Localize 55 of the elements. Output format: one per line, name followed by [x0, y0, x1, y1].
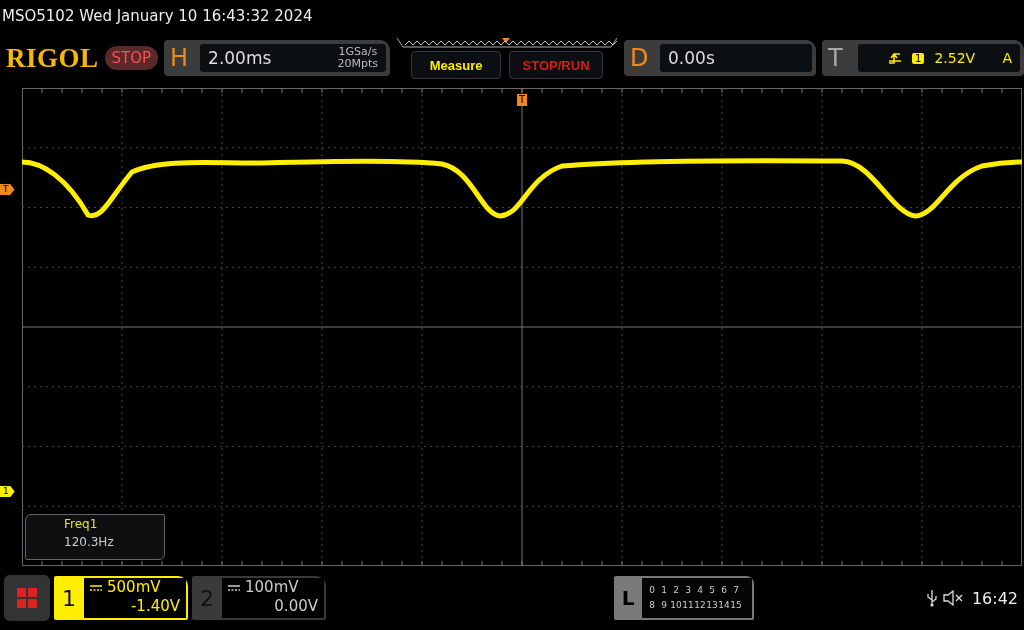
digital-channel-number: 6: [720, 584, 728, 597]
usb-icon: [925, 589, 938, 607]
measurement-name: Freq1: [64, 517, 99, 531]
digital-channel-number: 0: [648, 584, 656, 597]
digital-channel-number: 3: [684, 584, 692, 597]
dc-coupling-icon: [228, 584, 240, 591]
window-title: MSO5102 Wed January 10 16:43:32 2024: [1, 6, 314, 27]
speaker-muted-icon: [941, 589, 964, 607]
grid-icon: [16, 587, 38, 609]
channel-number: 1: [61, 584, 77, 613]
memory-depth: 20Mpts: [337, 58, 379, 70]
digital-channel-number: 4: [696, 584, 704, 597]
level-marker: 1: [0, 486, 15, 497]
level-marker: T: [0, 184, 15, 195]
delay-value: 0.00s: [668, 48, 715, 68]
trigger-panel[interactable]: T 1 2.52V A: [822, 40, 1024, 76]
logic-label: L: [620, 585, 636, 612]
digital-channel-number: 14: [718, 599, 730, 612]
horizontal-label: H: [170, 44, 190, 72]
delay-panel[interactable]: D 0.00s: [624, 40, 817, 76]
channel-scale: 100mV: [245, 578, 299, 597]
toolbar-button[interactable]: STOP/RUN: [509, 51, 604, 79]
rising-edge-icon: [888, 51, 903, 65]
digital-channel-number: 15: [730, 599, 742, 612]
channel-panel[interactable]: 1 500mV -1.40V: [54, 576, 188, 620]
measurement-value: 120.3Hz: [64, 535, 115, 549]
logic-panel[interactable]: L 0 1 2 3 4 5 6 7 8 9 10 11 12 13 14 15: [614, 576, 754, 620]
timebase-value: 2.00ms: [208, 48, 272, 68]
trigger-mode: A: [1002, 50, 1012, 66]
run-state-badge: STOP: [104, 46, 159, 70]
trigger-source: 1: [912, 52, 925, 64]
toolbar-button[interactable]: Measure: [411, 51, 502, 79]
digital-channel-number: 1: [660, 584, 668, 597]
channel-offset: 0.00V: [274, 597, 318, 616]
trigger-position-marker: T: [517, 94, 528, 106]
delay-label: D: [630, 44, 650, 72]
clock-time: 16:42: [971, 588, 1018, 608]
digital-channel-number: 12: [694, 599, 706, 612]
apps-button[interactable]: [4, 575, 50, 621]
digital-channel-number: 2: [672, 584, 680, 597]
dc-coupling-icon: [90, 584, 102, 591]
channel-scale: 500mV: [107, 578, 161, 597]
digital-channel-number: 11: [682, 599, 694, 612]
trigger-level: 2.52V: [934, 50, 977, 66]
sample-rate: 1GSa/s: [338, 46, 378, 58]
digital-channel-number: 7: [732, 584, 740, 597]
digital-channel-number: 8: [648, 599, 656, 612]
horizontal-panel[interactable]: H 2.00ms 1GSa/s 20Mpts: [164, 40, 391, 76]
digital-channel-number: 10: [670, 599, 682, 612]
brand-logo: RIGOL: [6, 42, 99, 74]
digital-channel-number: 5: [708, 584, 716, 597]
digital-channel-number: 13: [706, 599, 718, 612]
channel-offset: -1.40V: [130, 597, 180, 616]
digital-channel-number: 9: [660, 599, 668, 612]
trigger-label: T: [828, 44, 844, 72]
